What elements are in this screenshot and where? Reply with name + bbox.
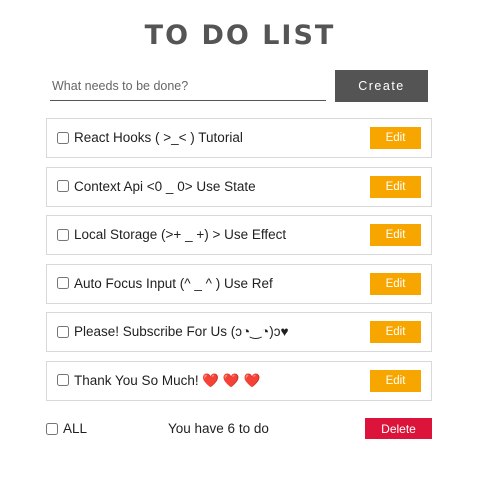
create-todo-form: Create xyxy=(50,70,428,103)
todo-text: Thank You So Much! ❤️ ❤️ ❤️ xyxy=(74,372,261,388)
remaining-count-text: You have 6 to do xyxy=(168,421,269,436)
create-button[interactable]: Create xyxy=(335,70,428,102)
delete-button[interactable]: Delete xyxy=(365,418,432,439)
todo-item: Thank You So Much! ❤️ ❤️ ❤️ Edit xyxy=(46,360,432,401)
todo-footer: ALL You have 6 to do Delete xyxy=(46,418,432,440)
select-all-checkbox[interactable] xyxy=(46,423,58,435)
todo-app: TO DO LIST Create React Hooks ( >_< ) Tu… xyxy=(0,0,480,480)
page-title: TO DO LIST xyxy=(144,20,336,51)
todo-item: React Hooks ( >_< ) Tutorial Edit xyxy=(46,118,432,158)
todo-item: Context Api <0 _ 0> Use State Edit xyxy=(46,166,432,207)
todo-item: Local Storage (>+ _ +) > Use Effect Edit xyxy=(46,215,432,255)
todo-checkbox[interactable] xyxy=(57,325,69,338)
select-all-label: ALL xyxy=(63,421,88,436)
todo-text: Please! Subscribe For Us (ↄ◔‿◔)ↄ♥ xyxy=(74,324,289,339)
todo-text: React Hooks ( >_< ) Tutorial xyxy=(74,130,243,145)
todo-item: Auto Focus Input (^ _ ^ ) Use Ref Edit xyxy=(46,263,432,304)
edit-button[interactable]: Edit xyxy=(370,224,421,246)
todo-checkbox[interactable] xyxy=(57,277,69,289)
todo-checkbox[interactable] xyxy=(57,131,69,144)
todo-text: Local Storage (>+ _ +) > Use Effect xyxy=(74,227,287,242)
todo-checkbox[interactable] xyxy=(57,228,69,241)
edit-button[interactable]: Edit xyxy=(370,175,421,198)
todo-checkbox[interactable] xyxy=(57,180,69,192)
edit-button[interactable]: Edit xyxy=(370,272,421,295)
todo-text: Auto Focus Input (^ _ ^ ) Use Ref xyxy=(74,275,273,291)
todo-list: React Hooks ( >_< ) Tutorial Edit Contex… xyxy=(46,118,432,409)
edit-button[interactable]: Edit xyxy=(370,369,421,392)
todo-item: Please! Subscribe For Us (ↄ◔‿◔)ↄ♥ Edit xyxy=(46,312,432,352)
todo-text: Context Api <0 _ 0> Use State xyxy=(74,178,256,194)
edit-button[interactable]: Edit xyxy=(370,127,421,149)
new-todo-input[interactable] xyxy=(50,72,326,101)
todo-checkbox[interactable] xyxy=(57,374,69,386)
edit-button[interactable]: Edit xyxy=(370,321,421,343)
